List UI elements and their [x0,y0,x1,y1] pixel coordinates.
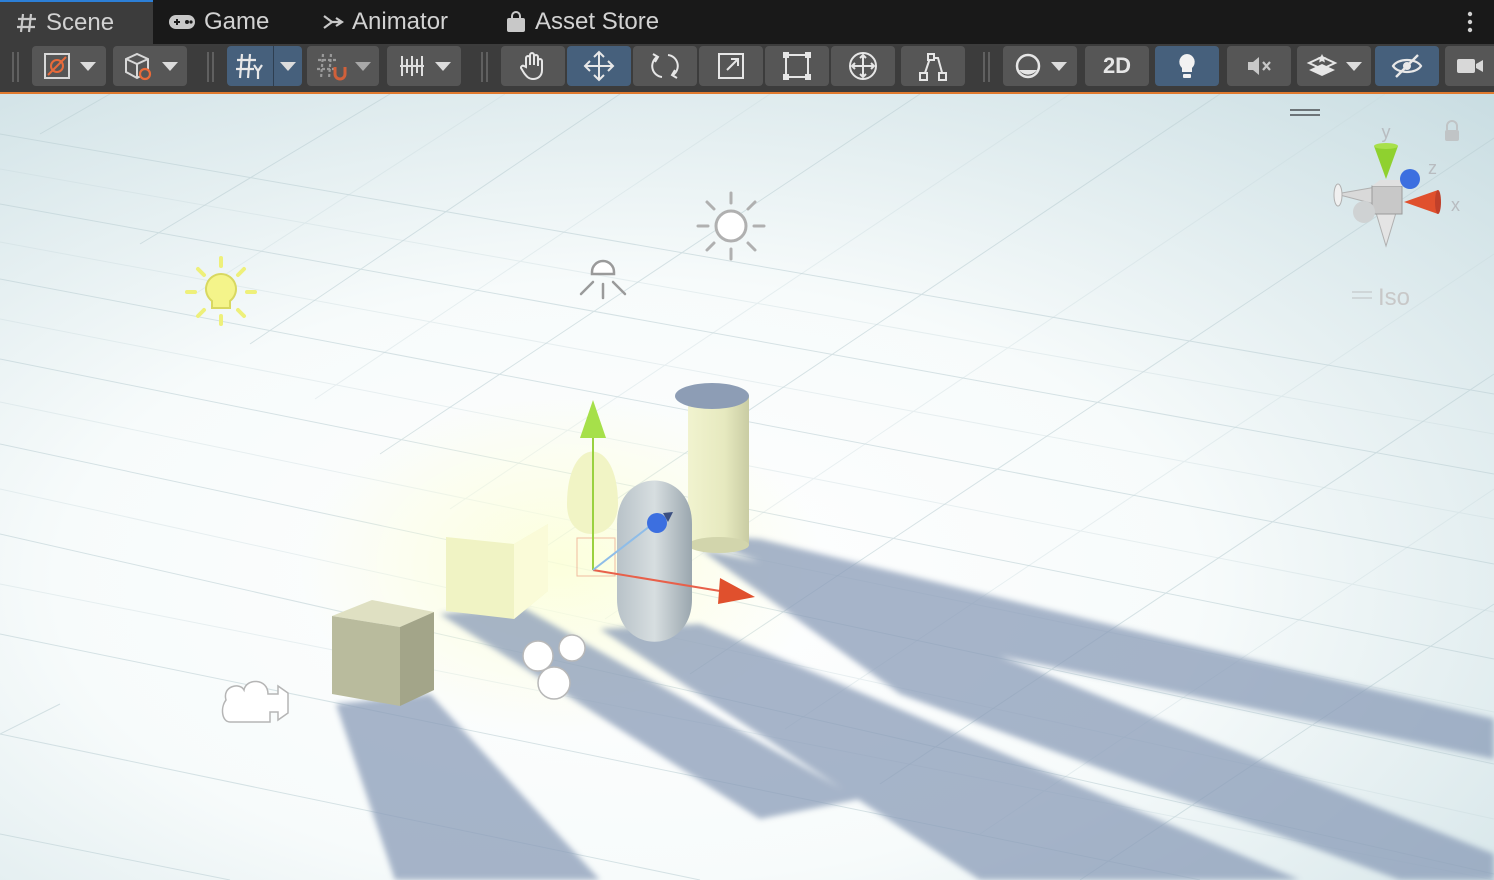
projection-label[interactable]: Iso [1378,284,1410,312]
front-cube-object[interactable] [332,600,434,706]
custom-editor-tool-icon [916,50,950,82]
cube-icon [122,50,154,82]
audio-toggle-button[interactable] [1227,46,1291,86]
rotate-tool-button[interactable] [633,46,697,86]
tab-label: Scene [46,9,115,36]
rotate-icon [648,49,682,83]
tab-animator[interactable]: Animator [322,0,448,44]
shopping-bag-icon [505,11,527,33]
capsule-object[interactable] [617,480,692,642]
scene-toolbar: 2D [0,44,1494,94]
effects-dropdown[interactable] [1297,46,1371,86]
custom-tool-button[interactable] [901,46,965,86]
visibility-toggle-button[interactable] [1375,46,1439,86]
gamepad-icon [168,13,196,31]
grid-snap-icon [315,51,347,81]
hidden-eye-icon [1390,52,1424,80]
chevron-down-icon [1051,61,1067,71]
video-camera-icon [1455,54,1485,78]
layers-icon [1306,51,1338,81]
chevron-down-icon [162,61,178,71]
hash-icon [16,12,38,34]
grid-options-dropdown[interactable] [273,46,302,86]
move-icon [582,49,616,83]
hand-tool-button[interactable] [501,46,565,86]
scene-viewport[interactable]: y z x Iso [0,94,1494,880]
draw-mode-dropdown[interactable] [32,46,106,86]
tab-label: Animator [352,8,449,35]
toolbar-grip[interactable] [207,52,214,82]
move-tool-button[interactable] [567,46,631,86]
lightbulb-icon [1174,51,1200,81]
hand-icon [517,50,549,82]
tab-game[interactable]: Game [168,0,269,44]
chevron-down-icon [280,61,296,71]
toolbar-grip[interactable] [12,52,19,82]
transform-tool-button[interactable] [831,46,895,86]
chevron-down-icon [355,61,371,71]
chevron-down-icon [80,61,96,71]
more-options-icon[interactable] [1458,10,1482,34]
shading-dropdown[interactable] [113,46,187,86]
grid-toggle-button[interactable] [227,46,273,86]
2d-label: 2D [1102,53,1132,78]
directional-light-icon[interactable] [696,191,766,261]
tab-label: Game [204,8,270,35]
scene-camera-dropdown[interactable] [1445,46,1494,86]
render-mode-dropdown[interactable] [1003,46,1077,86]
axis-y-label: y [1382,122,1391,142]
toolbar-grip[interactable] [481,52,488,82]
rect-transform-icon [781,50,813,82]
axis-x-label: x [1451,195,1460,215]
ruler-icon [397,51,427,81]
snap-dropdown[interactable] [307,46,379,86]
lighting-toggle-button[interactable] [1155,46,1219,86]
increment-snap-dropdown[interactable] [387,46,461,86]
rect-tool-button[interactable] [765,46,829,86]
animator-icon [322,12,344,32]
grid-icon [234,51,266,81]
tab-asset-store[interactable]: Asset Store [505,0,659,44]
tab-scene[interactable]: Scene [0,0,153,44]
toolbar-grip[interactable] [983,52,990,82]
chevron-down-icon [1346,61,1362,71]
scale-icon [715,50,747,82]
scale-tool-button[interactable] [699,46,763,86]
draw-mode-icon [42,51,72,81]
mute-icon [1244,52,1274,80]
axis-z-label: z [1428,158,1437,178]
2d-mode-button[interactable]: 2D [1085,46,1149,86]
chevron-down-icon [435,61,451,71]
tab-label: Asset Store [535,8,660,35]
sphere-icon [1013,51,1043,81]
tab-bar: Scene Game Animator Asset Store [0,0,1494,44]
camera-gizmo-icon[interactable] [221,680,289,723]
transform-icon [846,49,880,83]
